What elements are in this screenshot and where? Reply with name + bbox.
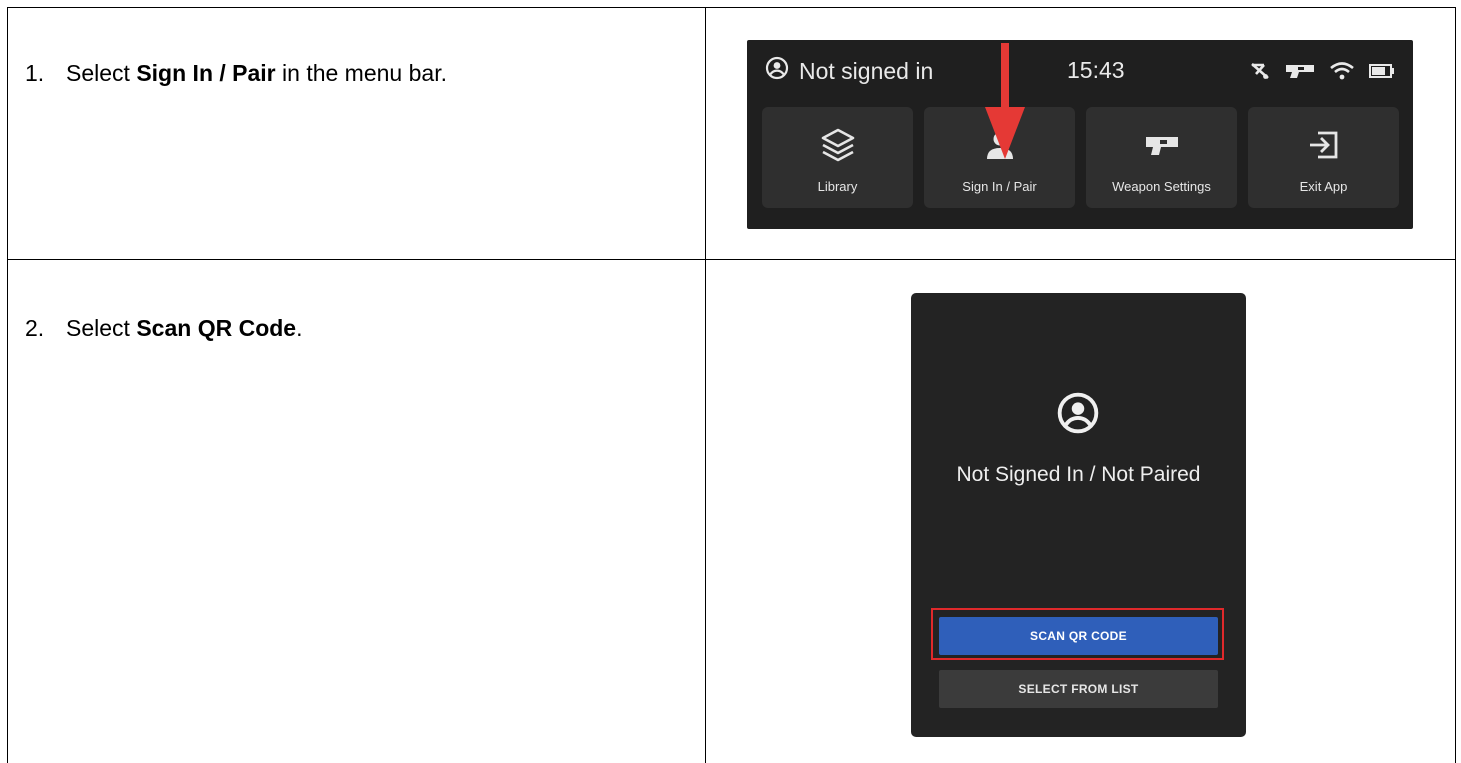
step-text: Select Sign In / Pair in the menu bar. — [66, 60, 447, 86]
weapon-settings-label: Weapon Settings — [1112, 179, 1211, 194]
wifi-icon — [1329, 61, 1355, 86]
step-2-instruction: 2. Select Scan QR Code. — [25, 314, 302, 342]
sign-in-status-text: Not signed in — [799, 57, 934, 84]
exit-icon — [1248, 127, 1399, 167]
table-border-right — [1455, 7, 1456, 763]
table-column-divider — [705, 7, 706, 763]
weapon-icon — [1086, 127, 1237, 167]
dialog-title: Not Signed In / Not Paired — [956, 463, 1201, 486]
layers-icon — [762, 127, 913, 167]
library-tile[interactable]: Library — [762, 107, 913, 208]
select-from-list-button[interactable]: SELECT FROM LIST — [939, 670, 1218, 708]
menu-tiles: Library Sign In / Pair Weapon Settings E… — [762, 107, 1399, 208]
exit-app-label: Exit App — [1299, 179, 1348, 194]
step-emphasis: Sign In / Pair — [136, 60, 276, 86]
step-number: 1. — [25, 60, 45, 86]
account-circle-icon — [1056, 391, 1100, 440]
menu-bar-screenshot: Not signed in 15:43 Library Sign In / Pa… — [747, 40, 1413, 229]
account-circle-icon — [765, 56, 799, 86]
table-row-divider — [7, 259, 1456, 260]
weapon-icon — [1285, 62, 1315, 85]
status-bar: Not signed in 15:43 — [747, 40, 1413, 100]
step-emphasis: Scan QR Code — [136, 315, 297, 341]
red-arrow-annotation — [980, 43, 1030, 168]
clock: 15:43 — [1067, 57, 1125, 83]
exit-app-tile[interactable]: Exit App — [1248, 107, 1399, 208]
step-text: Select Scan QR Code. — [66, 315, 303, 341]
table-border-left — [7, 7, 8, 763]
highlight-box — [931, 608, 1224, 660]
weapon-settings-tile[interactable]: Weapon Settings — [1086, 107, 1237, 208]
sign-in-pair-label: Sign In / Pair — [962, 179, 1037, 194]
step-1-instruction: 1. Select Sign In / Pair in the menu bar… — [25, 59, 447, 87]
step-number: 2. — [25, 315, 45, 341]
network-off-icon — [1249, 61, 1271, 86]
library-label: Library — [817, 179, 858, 194]
status-icons — [1249, 61, 1395, 86]
battery-icon — [1369, 63, 1395, 84]
sign-in-status: Not signed in — [765, 56, 933, 86]
sign-in-dialog-screenshot: Not Signed In / Not Paired SCAN QR CODE … — [911, 293, 1246, 737]
table-border-top — [7, 7, 1456, 8]
